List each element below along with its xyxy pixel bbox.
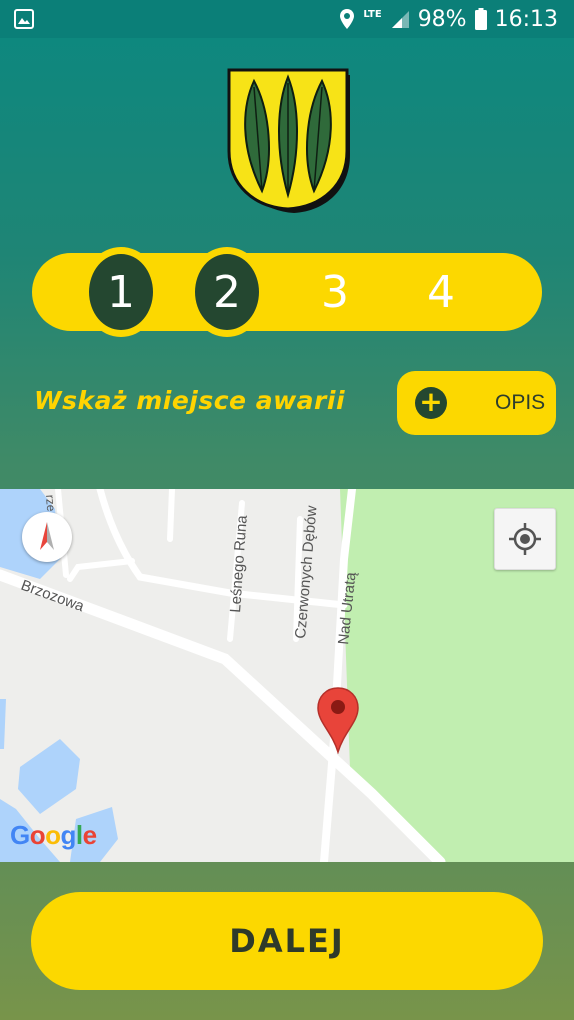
step-2: 2 [188,245,266,339]
plus-icon: + [415,387,447,419]
network-type: LTE [363,9,382,20]
opis-button-label: OPIS [495,391,546,414]
step-4: 4 [402,245,480,339]
location-icon [340,9,355,29]
step-1: 1 [82,245,160,339]
compass-button[interactable] [22,512,72,562]
step-2-number: 2 [213,266,241,318]
signal-icon [391,11,409,28]
next-button[interactable]: DALEJ [31,892,543,990]
battery-percent: 98% [417,6,467,32]
street-label-partial: rze [43,494,58,512]
step-3: 3 [296,245,374,339]
step-1-number: 1 [107,266,135,318]
status-bar: LTE 98% 16:13 [0,0,574,38]
my-location-button[interactable] [494,508,556,570]
image-notification-icon [14,9,34,29]
compass-icon [40,522,54,550]
clock: 16:13 [494,6,558,32]
coat-of-arms-logo [227,68,350,213]
map-view[interactable]: Brzozowa Leśnego Runa Czerwonych Dębów N… [0,489,574,862]
opis-button[interactable]: + OPIS [397,371,556,435]
progress-stepper: 1 2 3 4 [32,247,542,337]
battery-icon [474,8,487,30]
map-marker-icon[interactable] [316,686,360,754]
google-logo: Google [10,820,97,850]
step-4-number: 4 [427,266,455,318]
page-title: Wskaż miejsce awarii [34,386,346,415]
step-3-number: 3 [321,266,349,318]
crosshair-icon [509,523,541,555]
